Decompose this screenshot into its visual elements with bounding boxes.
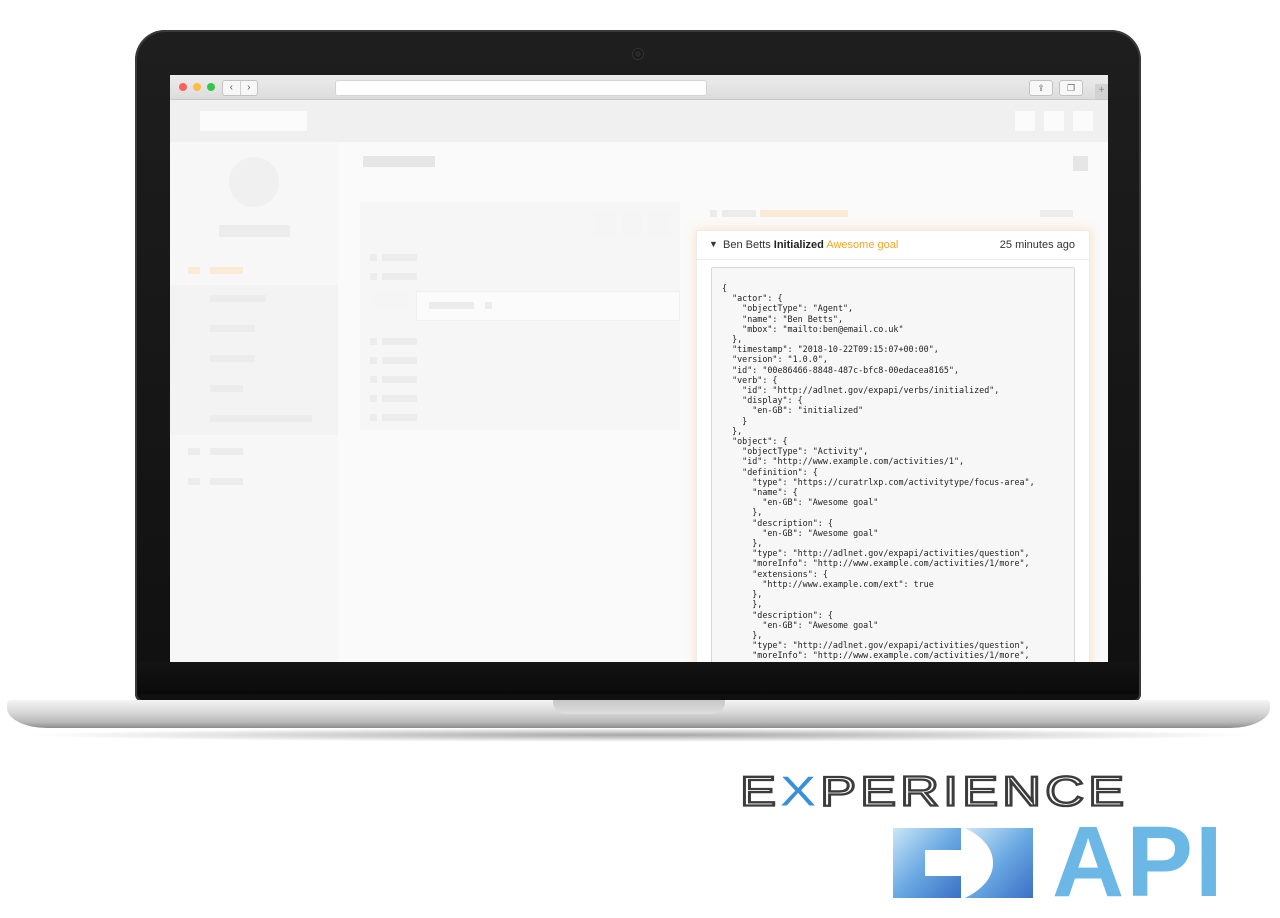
laptop-shadow: [20, 728, 1260, 742]
filter-label-1: [382, 254, 417, 261]
laptop-bezel-bottom: [138, 662, 1138, 694]
header-icon-2[interactable]: [1044, 111, 1064, 131]
sidebar: [170, 142, 338, 662]
sidebar-item-active[interactable]: [210, 267, 243, 274]
webcam: [633, 49, 643, 59]
app-header: [170, 100, 1108, 142]
sidebar-item-2[interactable]: [210, 448, 243, 455]
statement-timestamp: 25 minutes ago: [999, 239, 1075, 251]
statement-list-link[interactable]: [760, 210, 848, 217]
statement-actor: Ben Betts: [723, 239, 771, 251]
forward-button[interactable]: ›: [239, 81, 258, 95]
filter-label-5: [382, 376, 417, 383]
app-logo-placeholder[interactable]: [200, 111, 307, 131]
filter-action-1[interactable]: [595, 213, 617, 235]
sidebar-subitem-4[interactable]: [210, 385, 243, 392]
address-bar[interactable]: [335, 80, 707, 96]
tabs-icon: ❐: [1066, 83, 1076, 93]
filter-label-3: [382, 338, 417, 345]
minimize-window-button[interactable]: [193, 83, 201, 91]
statement-panel: ▼ Ben Betts Initialized Awesome goal 25 …: [696, 230, 1090, 662]
statement-list-label: [722, 210, 756, 217]
statement-json-text: { "actor": { "objectType": "Agent", "nam…: [722, 283, 1035, 661]
statement-header[interactable]: ▼ Ben Betts Initialized Awesome goal 25 …: [697, 231, 1089, 260]
filter-input-placeholder: [429, 302, 474, 309]
filter-checkbox-2[interactable]: [370, 273, 377, 280]
new-tab-button[interactable]: +: [1095, 84, 1108, 99]
filter-checkbox-5[interactable]: [370, 376, 377, 383]
share-icon: ⇪: [1037, 83, 1045, 93]
statement-list-icon: [710, 210, 717, 217]
header-icon-1[interactable]: [1015, 111, 1035, 131]
laptop-opening-notch: [553, 700, 725, 714]
browser-toolbar: ‹ › ⇪ ❐ +: [170, 75, 1108, 100]
chevron-down-icon[interactable]: ▼: [709, 239, 718, 249]
filter-checkbox-6[interactable]: [370, 395, 377, 402]
filter-checkbox-1[interactable]: [370, 254, 377, 261]
page-title-placeholder: [363, 156, 435, 167]
nav-buttons: ‹ ›: [222, 80, 258, 96]
statement-json: { "actor": { "objectType": "Agent", "nam…: [711, 267, 1075, 662]
sidebar-subitem-3[interactable]: [210, 355, 255, 362]
sidebar-icon-2: [188, 448, 200, 455]
page-action-icon[interactable]: [1073, 156, 1088, 171]
api-wordmark: API: [1052, 806, 1225, 918]
header-icon-3[interactable]: [1073, 111, 1093, 131]
filter-action-3[interactable]: [647, 213, 669, 235]
statement-list-time: [1040, 210, 1073, 217]
filter-label-4: [382, 357, 417, 364]
statement-object-link[interactable]: Awesome goal: [826, 239, 898, 251]
filter-label-6: [382, 395, 417, 402]
laptop-screen: ‹ › ⇪ ❐ + ▼ Ben Betts Initialized Awesom…: [170, 75, 1108, 662]
maximize-window-button[interactable]: [207, 83, 215, 91]
back-button[interactable]: ‹: [223, 81, 240, 95]
api-logo-mark: [893, 828, 1033, 898]
filter-checkbox-4[interactable]: [370, 357, 377, 364]
sidebar-subitem-1[interactable]: [210, 295, 266, 302]
sidebar-active-icon: [188, 267, 200, 274]
sidebar-icon-3: [188, 478, 200, 485]
filter-action-2[interactable]: [621, 213, 643, 235]
filter-checkbox-7[interactable]: [370, 414, 377, 421]
sidebar-subitem-5[interactable]: [210, 415, 312, 422]
statement-verb: Initialized: [773, 239, 824, 251]
filter-select[interactable]: [370, 294, 408, 310]
sidebar-subitem-2[interactable]: [210, 325, 255, 332]
filter-label-7: [382, 414, 417, 421]
filter-label-2: [382, 273, 417, 280]
statement-summary: Ben Betts Initialized Awesome goal: [723, 239, 898, 251]
filter-input-icon: [485, 302, 492, 309]
user-name-placeholder: [219, 225, 290, 237]
tabs-button[interactable]: ❐: [1059, 80, 1083, 96]
avatar[interactable]: [229, 157, 279, 207]
share-button[interactable]: ⇪: [1029, 80, 1053, 96]
close-window-button[interactable]: [179, 83, 187, 91]
filter-checkbox-3[interactable]: [370, 338, 377, 345]
sidebar-item-3[interactable]: [210, 478, 243, 485]
